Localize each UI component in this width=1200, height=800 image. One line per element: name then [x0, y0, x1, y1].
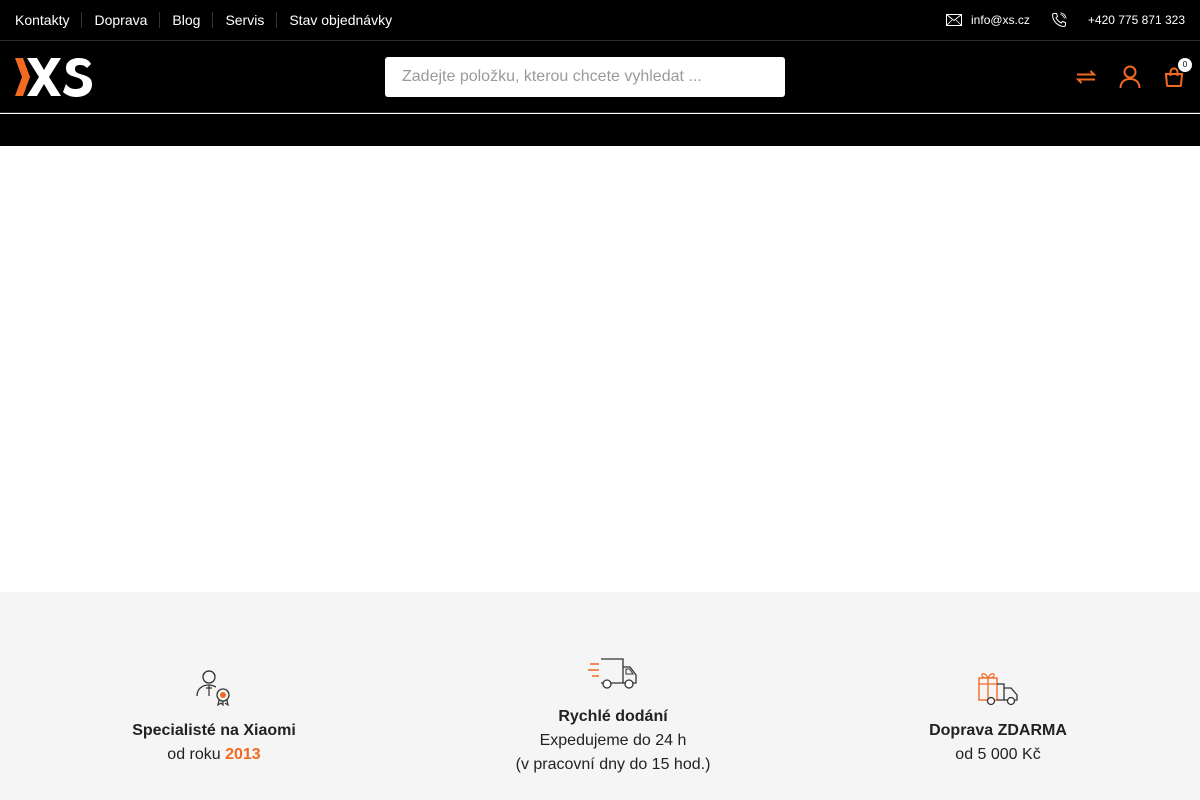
top-bar: Kontakty Doprava Blog Servis Stav objedn…	[0, 0, 1200, 41]
feature-free-shipping-title: Doprava ZDARMA	[929, 722, 1067, 739]
feature-fast-delivery-line2: (v pracovní dny do 15 hod.)	[515, 756, 711, 773]
main-header: 0	[0, 41, 1200, 113]
feature-fast-delivery: Rychlé dodání Expedujeme do 24 h (v prac…	[463, 656, 763, 777]
envelope-icon	[945, 11, 963, 29]
gift-truck-icon	[848, 668, 1148, 711]
features-section: Specialisté na Xiaomi od roku 2013 Rychl…	[0, 592, 1200, 800]
compare-icon[interactable]	[1074, 65, 1098, 89]
feature-specialist-title: Specialisté na Xiaomi	[132, 722, 296, 739]
category-nav-strip	[0, 114, 1200, 146]
top-nav-stav-objednavky[interactable]: Stav objednávky	[276, 12, 404, 28]
cart-icon[interactable]: 0	[1162, 58, 1192, 89]
feature-specialist: Specialisté na Xiaomi od roku 2013	[64, 668, 364, 767]
xs-logo[interactable]	[15, 56, 93, 98]
header-actions: 0	[1074, 58, 1192, 93]
feature-fast-delivery-title: Rychlé dodání	[558, 708, 668, 725]
top-nav-blog[interactable]: Blog	[159, 12, 212, 28]
feature-fast-delivery-line1: Expedujeme do 24 h	[539, 732, 687, 749]
contact-info: info@xs.cz +420 775 871 323	[945, 0, 1185, 40]
feature-specialist-prefix: od roku	[167, 746, 226, 763]
contact-email[interactable]: info@xs.cz	[971, 13, 1030, 27]
top-nav: Kontakty Doprava Blog Servis Stav objedn…	[15, 0, 404, 40]
specialist-badge-icon	[64, 668, 364, 711]
top-nav-kontakty[interactable]: Kontakty	[15, 12, 81, 28]
feature-free-shipping-line1: od 5 000 Kč	[955, 746, 1041, 763]
feature-specialist-text: od roku 2013	[64, 743, 364, 767]
phone-icon	[1050, 11, 1068, 29]
feature-specialist-year: 2013	[225, 746, 261, 763]
search-input[interactable]	[385, 57, 785, 97]
contact-phone[interactable]: +420 775 871 323	[1088, 13, 1185, 27]
feature-free-shipping: Doprava ZDARMA od 5 000 Kč	[848, 668, 1148, 767]
fast-delivery-truck-icon	[463, 656, 763, 697]
user-icon[interactable]	[1118, 65, 1142, 89]
cart-count-badge: 0	[1178, 58, 1192, 72]
top-nav-doprava[interactable]: Doprava	[81, 12, 159, 28]
top-nav-servis[interactable]: Servis	[212, 12, 276, 28]
